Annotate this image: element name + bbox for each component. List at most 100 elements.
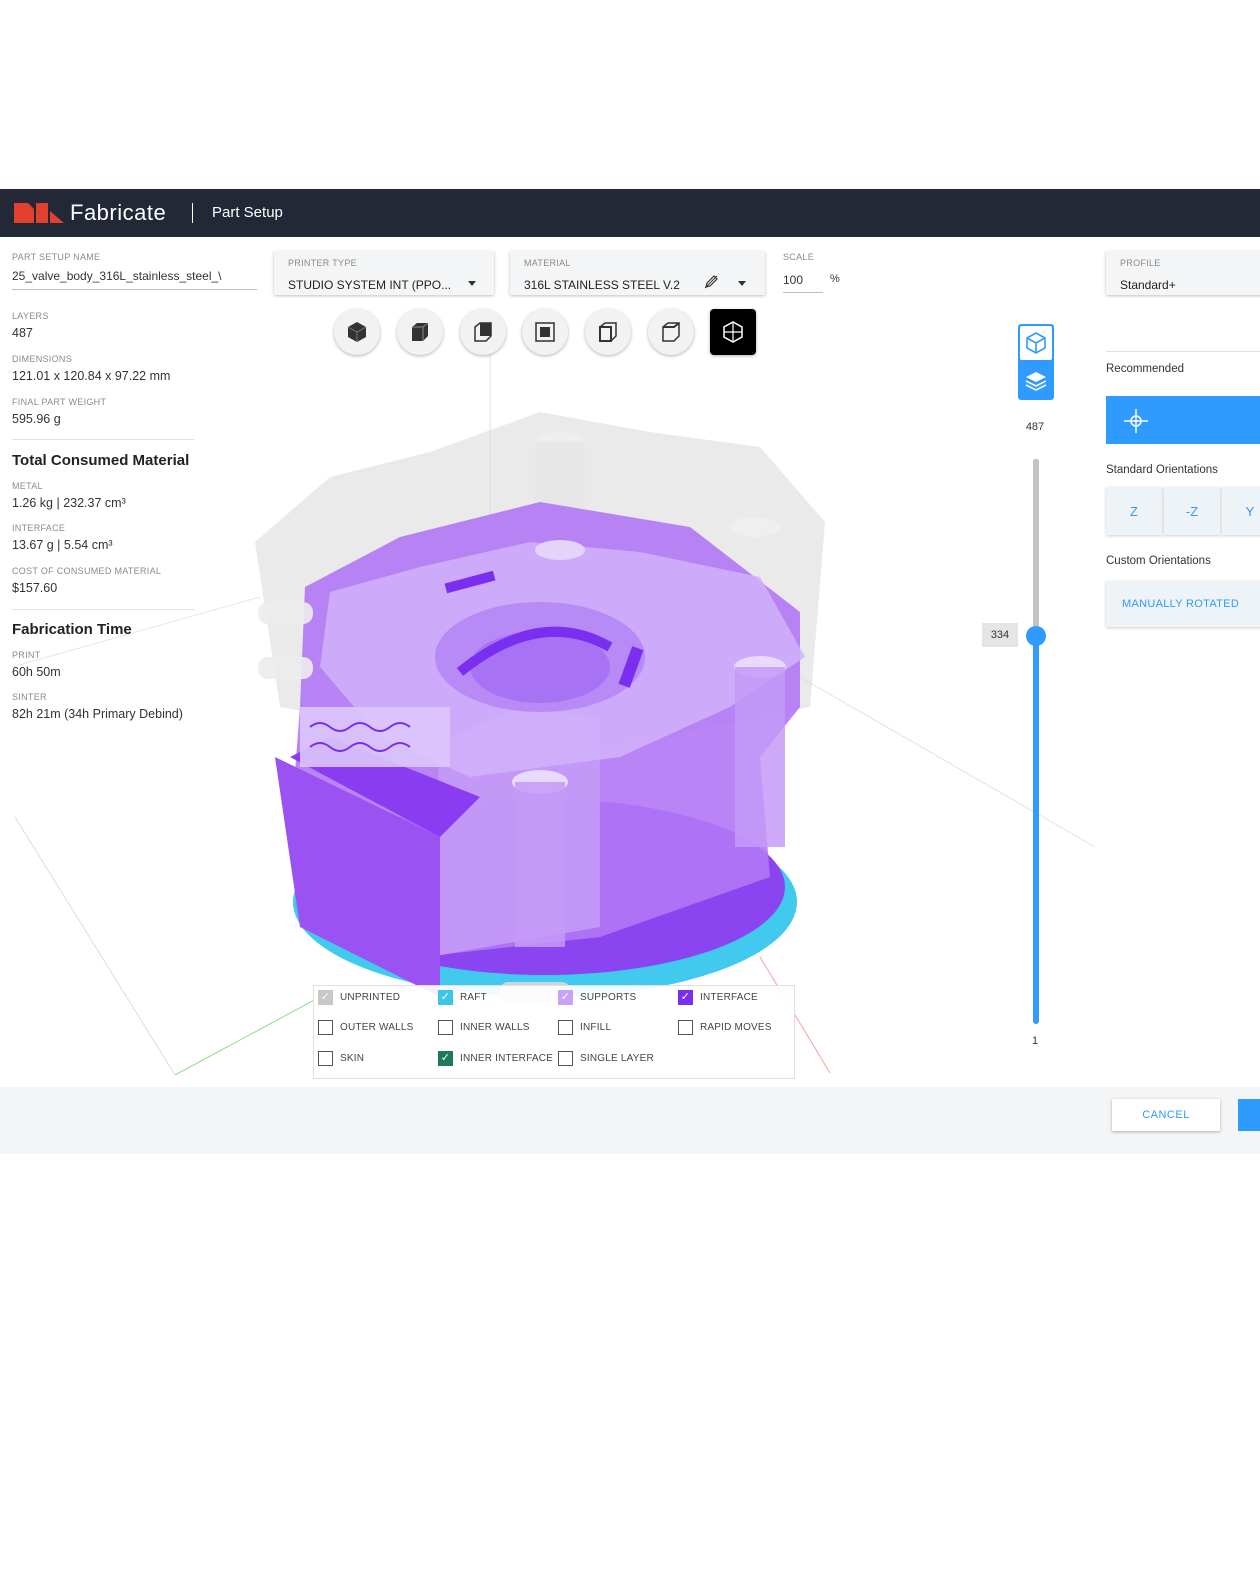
- legend-checkbox[interactable]: SKIN: [318, 1051, 364, 1066]
- brand-name: Fabricate: [70, 200, 167, 225]
- manually-rotated-button[interactable]: MANUALLY ROTATED: [1106, 581, 1260, 627]
- top-bar: Fabricate Part Setup: [0, 189, 1260, 237]
- divider: [12, 609, 195, 610]
- legend-checkbox[interactable]: ✓ INTERFACE: [678, 990, 758, 1005]
- print-time-label: PRINT: [12, 650, 41, 660]
- metal-value: 1.26 kg | 232.37 cm³: [12, 496, 126, 510]
- legend-label: UNPRINTED: [340, 992, 401, 1003]
- view-back-button[interactable]: [648, 309, 694, 355]
- scale-input[interactable]: [783, 271, 823, 293]
- view-top-icon: [535, 322, 555, 342]
- checkbox-checked-icon[interactable]: ✓: [438, 1051, 453, 1066]
- model-view-icon: [1026, 332, 1046, 354]
- legend-checkbox[interactable]: OUTER WALLS: [318, 1020, 414, 1035]
- printer-type-value: STUDIO SYSTEM INT (PPO...: [288, 278, 452, 292]
- profile-select[interactable]: PROFILE Standard+: [1106, 251, 1260, 295]
- view-back-icon: [662, 322, 680, 342]
- part-setup-name-input[interactable]: [12, 267, 257, 290]
- edit-pencil-icon[interactable]: [704, 275, 718, 289]
- weight-value: 595.96 g: [12, 412, 61, 426]
- weight-label: FINAL PART WEIGHT: [12, 397, 107, 407]
- app-window: Fabricate Part Setup PART SETUP NAME 25_…: [0, 189, 1260, 1154]
- view-front-button[interactable]: [397, 309, 443, 355]
- recommended-orientation-icon: [1124, 409, 1148, 433]
- checkbox-checked-icon[interactable]: ✓: [558, 990, 573, 1005]
- view-perspective-button[interactable]: [710, 309, 756, 355]
- view-top-button[interactable]: [522, 309, 568, 355]
- view-front-icon: [412, 322, 429, 341]
- legend-label: RAPID MOVES: [700, 1022, 772, 1033]
- logo-icon: [14, 203, 64, 223]
- checkbox-icon[interactable]: [678, 1020, 693, 1035]
- divider: [12, 439, 195, 440]
- checkbox-checked-icon[interactable]: ✓: [318, 990, 333, 1005]
- view-right-icon: [474, 322, 492, 342]
- printer-type-select[interactable]: PRINTER TYPE STUDIO SYSTEM INT (PPO...: [274, 251, 494, 295]
- legend-checkbox[interactable]: SINGLE LAYER: [558, 1051, 654, 1066]
- primary-action-button[interactable]: [1238, 1099, 1260, 1131]
- fabrication-time-title: Fabrication Time: [12, 621, 132, 638]
- print-time-value: 60h 50m: [12, 665, 61, 679]
- layer-slider-value: 334: [982, 623, 1018, 647]
- chevron-down-icon: [468, 281, 476, 286]
- scale-unit: %: [830, 273, 840, 285]
- view-perspective-icon: [723, 321, 743, 343]
- dimensions-stat: DIMENSIONS 121.01 x 120.84 x 97.22 mm: [12, 354, 170, 385]
- custom-orientations-label: Custom Orientations: [1106, 555, 1211, 567]
- footer-bar: [0, 1087, 1260, 1154]
- layers-stat: LAYERS 487: [12, 311, 49, 342]
- layers-value: 487: [12, 326, 33, 340]
- dimensions-value: 121.01 x 120.84 x 97.22 mm: [12, 369, 171, 383]
- orientation-z-button[interactable]: Z: [1106, 487, 1162, 535]
- legend-checkbox[interactable]: ✓ RAFT: [438, 990, 487, 1005]
- checkbox-checked-icon[interactable]: ✓: [438, 990, 453, 1005]
- orientation-y-button[interactable]: Y: [1222, 487, 1260, 535]
- view-left-button[interactable]: [585, 309, 631, 355]
- recommended-label: Recommended: [1106, 363, 1184, 375]
- view-right-button[interactable]: [460, 309, 506, 355]
- legend-checkbox[interactable]: ✓ SUPPORTS: [558, 990, 636, 1005]
- sinter-time-value: 82h 21m (34h Primary Debind): [12, 707, 183, 721]
- cost-label: COST OF CONSUMED MATERIAL: [12, 566, 162, 576]
- sinter-time-label: SINTER: [12, 692, 47, 702]
- legend-label: INNER WALLS: [460, 1022, 530, 1033]
- recommended-orientation-button[interactable]: [1106, 396, 1260, 444]
- legend-label: SUPPORTS: [580, 992, 637, 1003]
- metal-label: METAL: [12, 481, 43, 491]
- layers-view-button[interactable]: [1020, 364, 1052, 398]
- title-divider: [192, 203, 193, 223]
- checkbox-icon[interactable]: [318, 1020, 333, 1035]
- profile-value: Standard+: [1120, 278, 1176, 292]
- checkbox-checked-icon[interactable]: ✓: [678, 990, 693, 1005]
- orientation-neg-z-button[interactable]: -Z: [1164, 487, 1220, 535]
- layers-view-icon: [1025, 372, 1047, 391]
- layer-slider-thumb[interactable]: [1026, 626, 1046, 646]
- slider-max-label: 487: [1025, 421, 1045, 433]
- printer-type-label: PRINTER TYPE: [288, 258, 357, 268]
- view-iso-solid-button[interactable]: [334, 309, 380, 355]
- layers-label: LAYERS: [12, 311, 49, 321]
- checkbox-icon[interactable]: [318, 1051, 333, 1066]
- cost-value: $157.60: [12, 581, 58, 595]
- part-setup-name-label: Part Setup Name: [12, 252, 101, 262]
- dimensions-label: DIMENSIONS: [12, 354, 73, 364]
- legend-label: SKIN: [340, 1053, 365, 1064]
- legend-checkbox[interactable]: INFILL: [558, 1020, 611, 1035]
- cost-stat: COST OF CONSUMED MATERIAL $157.60: [12, 566, 161, 597]
- legend-checkbox[interactable]: ✓ UNPRINTED: [318, 990, 400, 1005]
- checkbox-icon[interactable]: [558, 1051, 573, 1066]
- interface-stat: INTERFACE 13.67 g | 5.54 cm³: [12, 523, 113, 554]
- checkbox-icon[interactable]: [438, 1020, 453, 1035]
- print-time-stat: PRINT 60h 50m: [12, 650, 61, 681]
- legend-label: OUTER WALLS: [340, 1022, 414, 1033]
- material-select[interactable]: MATERIAL 316L STAINLESS STEEL V.2: [510, 251, 765, 295]
- legend-label: INNER INTERFACE: [460, 1053, 554, 1064]
- legend-checkbox[interactable]: ✓ INNER INTERFACE: [438, 1051, 553, 1066]
- interface-value: 13.67 g | 5.54 cm³: [12, 538, 113, 552]
- cancel-button[interactable]: CANCEL: [1112, 1099, 1220, 1131]
- view-iso-solid-icon: [347, 322, 367, 342]
- checkbox-icon[interactable]: [558, 1020, 573, 1035]
- legend-checkbox[interactable]: RAPID MOVES: [678, 1020, 772, 1035]
- legend-checkbox[interactable]: INNER WALLS: [438, 1020, 530, 1035]
- model-view-button[interactable]: [1020, 326, 1052, 360]
